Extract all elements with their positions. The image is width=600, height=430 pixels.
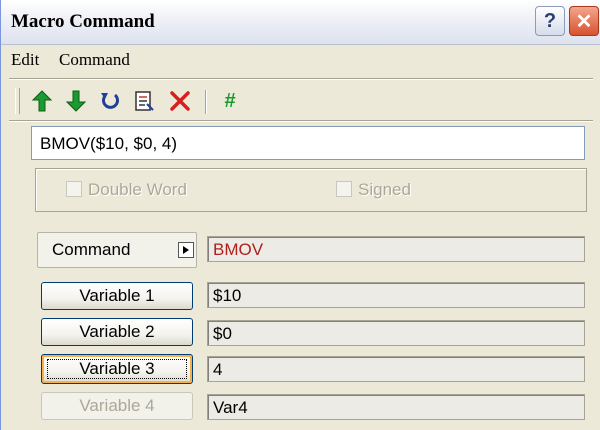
variable-4-field[interactable]: Var4 xyxy=(207,394,585,420)
variable-2-button[interactable]: Variable 2 xyxy=(41,318,193,346)
move-down-button[interactable] xyxy=(61,86,91,116)
window-title: Macro Command xyxy=(11,11,155,32)
variable-2-field[interactable]: $0 xyxy=(207,320,585,346)
variable-1-button[interactable]: Variable 1 xyxy=(41,282,193,310)
command-label: Command xyxy=(52,240,131,259)
macro-command-window: Macro Command ? ✕ Edit Command # BMOV($1… xyxy=(0,0,600,430)
toolbar-divider xyxy=(9,120,593,122)
toolbar: # xyxy=(15,84,315,118)
delete-button[interactable] xyxy=(165,86,195,116)
options-group: Double Word Signed xyxy=(35,168,587,212)
variable-1-field[interactable]: $10 xyxy=(207,282,585,308)
variable-4-button[interactable]: Variable 4 xyxy=(41,392,193,420)
menu-edit[interactable]: Edit xyxy=(11,50,39,70)
close-button[interactable]: ✕ xyxy=(569,6,599,36)
variable-4-label: Variable 4 xyxy=(79,396,155,415)
help-button[interactable]: ? xyxy=(535,6,565,36)
undo-icon xyxy=(101,93,119,109)
move-down-icon xyxy=(66,90,86,112)
variable-2-label: Variable 2 xyxy=(79,322,155,341)
command-line-input[interactable]: BMOV($10, $0, 4) xyxy=(31,126,585,160)
double-word-label: Double Word xyxy=(88,180,187,199)
delete-icon xyxy=(170,91,190,111)
toolbar-grip[interactable] xyxy=(15,88,20,114)
move-up-icon xyxy=(32,90,52,112)
toolbar-separator xyxy=(205,90,207,114)
double-word-checkbox[interactable] xyxy=(66,181,82,197)
help-icon: ? xyxy=(543,9,557,32)
close-icon: ✕ xyxy=(575,10,593,33)
focus-rectangle xyxy=(47,359,187,379)
edit-document-button[interactable] xyxy=(129,86,159,116)
command-value-field[interactable]: BMOV xyxy=(207,236,585,262)
variable-1-label: Variable 1 xyxy=(79,286,155,305)
title-bar[interactable]: Macro Command ? ✕ xyxy=(1,0,600,45)
comment-hash-button[interactable]: # xyxy=(215,86,245,116)
menu-command[interactable]: Command xyxy=(59,50,130,70)
variable-3-field[interactable]: 4 xyxy=(207,356,585,382)
command-button[interactable]: Command xyxy=(37,232,197,268)
undo-button[interactable] xyxy=(95,86,125,116)
move-up-button[interactable] xyxy=(27,86,57,116)
variable-3-button[interactable]: Variable 3 xyxy=(41,354,193,384)
expand-arrow-icon xyxy=(178,242,194,258)
signed-checkbox[interactable] xyxy=(336,181,352,197)
comment-hash-icon: # xyxy=(224,89,236,112)
menu-divider xyxy=(9,78,593,80)
signed-label: Signed xyxy=(358,180,411,199)
edit-document-icon xyxy=(135,91,154,111)
